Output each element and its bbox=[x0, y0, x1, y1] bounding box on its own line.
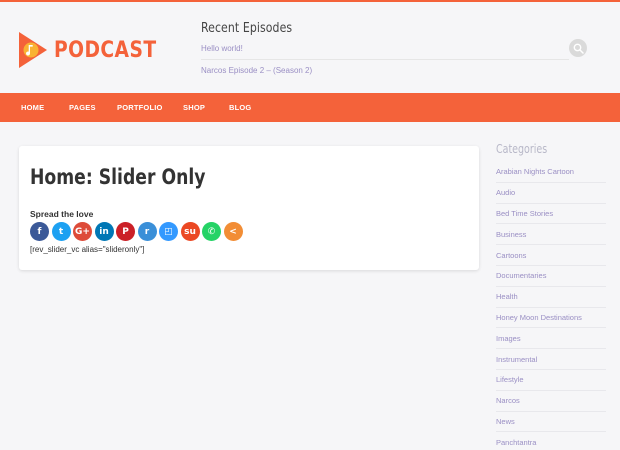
content-card: Home: Slider Only Spread the love f t G+ in… bbox=[19, 146, 479, 270]
search-icon bbox=[573, 43, 584, 54]
category-item[interactable]: Audio bbox=[496, 183, 606, 204]
stumbleupon-share-button[interactable]: su bbox=[180, 222, 200, 241]
recent-episodes: Recent Episodes Hello world! Narcos Epis… bbox=[201, 20, 601, 75]
site-logo[interactable]: PODCAST bbox=[18, 29, 175, 71]
episode-link-narcos[interactable]: Narcos Episode 2 – (Season 2) bbox=[201, 66, 312, 75]
category-item[interactable]: Panchtantra bbox=[496, 432, 606, 450]
linkedin-share-button[interactable]: in bbox=[94, 222, 114, 241]
share-more-share-button[interactable]: < bbox=[223, 222, 243, 241]
category-item[interactable]: Arabian Nights Cartoon bbox=[496, 162, 606, 183]
site-header: PODCAST Recent Episodes Hello world! Nar… bbox=[0, 2, 620, 92]
category-item[interactable]: Business bbox=[496, 224, 606, 246]
category-item[interactable]: Bed Time Stories bbox=[496, 204, 606, 225]
facebook-icon: f bbox=[37, 226, 42, 237]
delicious-icon: ◰ bbox=[164, 226, 173, 237]
whatsapp-share-button[interactable]: ✆ bbox=[202, 222, 221, 241]
category-item[interactable]: Images bbox=[496, 328, 606, 350]
page-title: Home: Slider Only bbox=[30, 165, 206, 189]
category-item[interactable]: Health bbox=[496, 287, 606, 308]
episode-divider bbox=[201, 59, 569, 60]
main-nav: HOME PAGES PORTFOLIO SHOP BLOG bbox=[0, 93, 620, 122]
category-item[interactable]: Narcos bbox=[496, 391, 606, 412]
podcast-logo-icon bbox=[19, 32, 47, 68]
nav-home[interactable]: HOME bbox=[21, 103, 44, 112]
twitter-share-button[interactable]: t bbox=[51, 222, 71, 241]
logo-text: PODCAST bbox=[54, 37, 157, 63]
nav-blog[interactable]: BLOG bbox=[229, 103, 251, 112]
spread-love-label: Spread the love bbox=[30, 209, 94, 219]
share-more-icon: < bbox=[229, 226, 237, 237]
reddit-icon: r bbox=[144, 226, 150, 237]
category-item[interactable]: Lifestyle bbox=[496, 370, 606, 391]
category-item[interactable]: Honey Moon Destinations bbox=[496, 308, 606, 329]
category-item[interactable]: Documentaries bbox=[496, 266, 606, 287]
nav-portfolio[interactable]: PORTFOLIO bbox=[117, 103, 163, 112]
delicious-share-button[interactable]: ◰ bbox=[159, 222, 178, 241]
facebook-share-button[interactable]: f bbox=[30, 222, 49, 241]
nav-shop[interactable]: SHOP bbox=[183, 103, 205, 112]
episode-link-hello-world[interactable]: Hello world! bbox=[201, 44, 243, 53]
stumbleupon-icon: su bbox=[184, 226, 196, 237]
category-item[interactable]: Instrumental bbox=[496, 349, 606, 370]
google-plus-icon: G+ bbox=[75, 226, 90, 237]
google-plus-share-button[interactable]: G+ bbox=[73, 222, 92, 241]
sidebar: Categories Arabian Nights Cartoon Audio Be… bbox=[496, 142, 606, 447]
pinterest-share-button[interactable]: P bbox=[116, 222, 135, 241]
category-item[interactable]: Cartoons bbox=[496, 245, 606, 266]
pinterest-icon: P bbox=[122, 226, 129, 237]
twitter-icon: t bbox=[58, 226, 64, 237]
categories-title: Categories bbox=[496, 142, 548, 156]
category-item[interactable]: News bbox=[496, 412, 606, 433]
search-button[interactable] bbox=[569, 39, 587, 57]
linkedin-icon: in bbox=[99, 226, 109, 237]
shortcode-text: [rev_slider_vc alias="slideronly"] bbox=[30, 245, 145, 254]
whatsapp-icon: ✆ bbox=[207, 226, 216, 237]
categories-list: Arabian Nights Cartoon Audio Bed Time Stor… bbox=[496, 162, 606, 450]
reddit-share-button[interactable]: r bbox=[137, 222, 157, 241]
nav-pages[interactable]: PAGES bbox=[69, 103, 96, 112]
recent-episodes-title: Recent Episodes bbox=[201, 20, 293, 36]
